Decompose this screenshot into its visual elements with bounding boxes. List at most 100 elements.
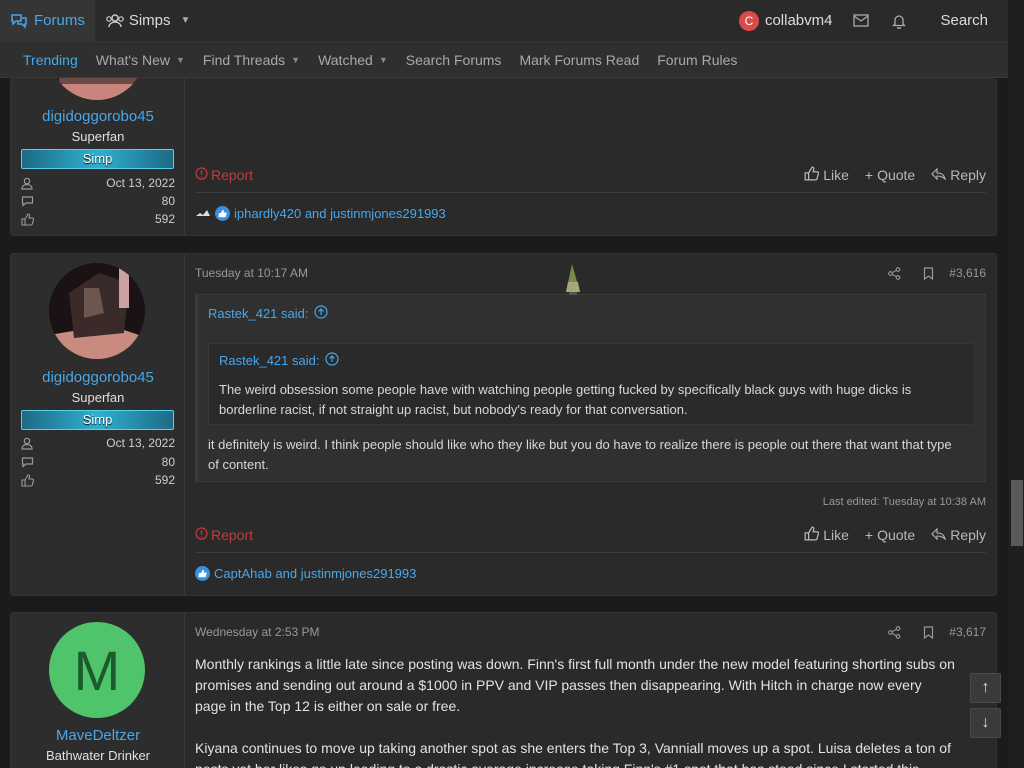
avatar[interactable] — [49, 78, 145, 100]
user-pane: digidoggorobo45 Superfan Simp Oct 13, 20… — [11, 254, 185, 595]
quote-button[interactable]: + Quote — [865, 167, 915, 183]
comment-icon — [21, 455, 35, 469]
user-pane: digidoggorobo45 Superfan Simp Oct 13, 20… — [11, 78, 185, 235]
user-menu[interactable]: C collabvm4 — [729, 10, 843, 31]
stat-value: 80 — [161, 455, 175, 469]
stat-joined: Oct 13, 2022 — [21, 174, 175, 192]
envelope-icon[interactable] — [842, 0, 880, 42]
nav-find-threads[interactable]: Find Threads ▼ — [194, 52, 309, 68]
post-number[interactable]: #3,617 — [945, 625, 986, 639]
avatar[interactable] — [49, 263, 145, 359]
report-icon — [195, 527, 208, 543]
tab-simps-label: Simps — [128, 12, 171, 29]
nav-label: Watched — [318, 51, 373, 68]
nav-label: Find Threads — [202, 51, 286, 68]
stat-value: Oct 13, 2022 — [106, 176, 175, 190]
username-link[interactable]: digidoggorobo45 — [11, 108, 185, 125]
report-link[interactable]: Report — [195, 167, 253, 183]
nav-forum-rules[interactable]: Forum Rules — [648, 52, 746, 68]
user-pane: M MaveDeltzer Bathwater Drinker — [11, 613, 185, 768]
avatar: C — [738, 10, 759, 31]
quote-text: it definitely is weird. I think people s… — [208, 437, 952, 472]
avatar[interactable]: M — [49, 622, 145, 718]
post-number[interactable]: #3,616 — [945, 266, 986, 280]
outer-quote: Rastek_421 said: Rastek_421 said: The we… — [195, 294, 986, 482]
nav-label: Search Forums — [405, 51, 502, 68]
nav-whats-new[interactable]: What's New ▼ — [87, 52, 194, 68]
quote-author: Rastek_421 said: — [219, 353, 320, 368]
chevron-down-icon[interactable]: ▼ — [291, 55, 300, 65]
stat-messages: 80 — [21, 192, 175, 210]
report-label: Report — [211, 527, 254, 543]
nav-label: What's New — [95, 51, 170, 68]
nav-label: Forum Rules — [657, 51, 738, 68]
bookmark-icon[interactable] — [911, 266, 945, 280]
quote-header[interactable]: Rastek_421 said: — [219, 352, 340, 369]
divider — [195, 192, 986, 193]
report-link[interactable]: Report — [195, 527, 253, 543]
quote-text: The weird obsession some people have wit… — [219, 382, 912, 417]
reply-label: Reply — [950, 527, 986, 543]
reply-button[interactable]: Reply — [931, 167, 986, 183]
username: collabvm4 — [764, 12, 833, 29]
arrow-down-icon: ↓ — [981, 714, 990, 731]
stat-value: Oct 13, 2022 — [106, 436, 175, 450]
bookmark-icon[interactable] — [911, 625, 945, 639]
comment-icon — [21, 194, 35, 208]
arrow-up-circle-icon[interactable] — [314, 305, 329, 322]
scroll-bottom-button[interactable]: ↓ — [970, 708, 1001, 738]
post-actions: Report Like + Quote Reply — [195, 164, 986, 186]
stat-reactions: 592 — [21, 210, 175, 228]
plus-icon: + — [864, 527, 874, 543]
quote-header[interactable]: Rastek_421 said: — [208, 305, 329, 322]
share-icon[interactable] — [877, 625, 911, 639]
like-button[interactable]: Like — [804, 166, 849, 184]
bell-icon[interactable] — [880, 0, 918, 42]
nav-search-forums[interactable]: Search Forums — [397, 52, 511, 68]
reactions-bar[interactable]: iphardly420 and justinmjones291993 — [195, 204, 986, 222]
nav-watched[interactable]: Watched ▼ — [309, 52, 397, 68]
quote-button[interactable]: + Quote — [865, 527, 915, 543]
stat-value: 80 — [161, 194, 175, 208]
scrollbar-thumb[interactable] — [1011, 480, 1023, 546]
user-title: Superfan — [71, 129, 125, 144]
username-link[interactable]: MaveDeltzer — [11, 727, 185, 744]
username-link[interactable]: digidoggorobo45 — [11, 369, 185, 386]
nav-mark-read[interactable]: Mark Forums Read — [510, 52, 648, 68]
like-button[interactable]: Like — [804, 526, 849, 544]
share-icon[interactable] — [877, 266, 911, 280]
report-icon — [195, 167, 208, 183]
reactions-bar[interactable]: CaptAhab and justinmjones291993 — [195, 564, 986, 582]
post-content: Wednesday at 2:53 PM #3,617 Monthly rank… — [195, 613, 986, 768]
chevron-down-icon[interactable]: ▼ — [176, 55, 185, 65]
nav-label: Mark Forums Read — [519, 51, 640, 68]
scroll-top-button[interactable]: ↑ — [970, 673, 1001, 703]
last-edited: Last edited: Tuesday at 10:38 AM — [822, 496, 986, 508]
thumbs-up-icon — [21, 473, 35, 487]
scrollbar[interactable] — [1008, 0, 1024, 768]
chevron-down-icon[interactable]: ▼ — [379, 55, 388, 65]
post-date[interactable]: Tuesday at 10:17 AM — [195, 266, 308, 280]
arrow-up-circle-icon[interactable] — [325, 352, 340, 369]
stat-reactions: 592 — [21, 471, 175, 489]
search-link[interactable]: Search — [918, 12, 1008, 29]
post-content: Report Like + Quote Reply iphardly420 and… — [195, 78, 986, 235]
like-reaction-icon — [215, 205, 230, 221]
avatar-letter: M — [73, 638, 121, 702]
likers-text[interactable]: CaptAhab and justinmjones291993 — [214, 566, 416, 581]
post: digidoggorobo45 Superfan Simp Oct 13, 20… — [10, 253, 997, 596]
nav-trending[interactable]: Trending — [14, 52, 87, 68]
like-label: Like — [823, 527, 849, 543]
user-title: Superfan — [71, 390, 125, 405]
tab-simps[interactable]: Simps ▼ — [95, 0, 201, 42]
like-label: Like — [823, 167, 849, 183]
thumbs-up-icon — [804, 526, 820, 544]
arrow-up-icon: ↑ — [981, 679, 990, 696]
likers-text[interactable]: iphardly420 and justinmjones291993 — [234, 206, 446, 221]
post-date[interactable]: Wednesday at 2:53 PM — [195, 625, 320, 639]
post: M MaveDeltzer Bathwater Drinker Wednesda… — [10, 612, 997, 768]
reply-button[interactable]: Reply — [931, 527, 986, 543]
nav-label: Trending — [23, 51, 78, 68]
chevron-down-icon: ▼ — [180, 15, 191, 26]
tab-forums[interactable]: Forums — [0, 0, 95, 42]
